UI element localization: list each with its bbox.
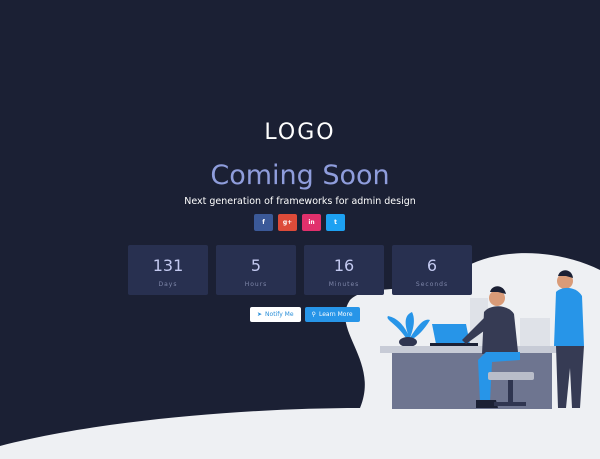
instagram-button[interactable]: in	[302, 214, 321, 231]
action-buttons: ➤ Notify Me ⚲ Learn More	[250, 307, 360, 322]
search-icon: ⚲	[311, 311, 316, 318]
countdown-hours: 5 Hours	[216, 245, 296, 295]
page-title: Coming Soon	[210, 160, 390, 191]
notify-me-label: Notify Me	[265, 311, 294, 318]
countdown-seconds: 6 Seconds	[392, 245, 472, 295]
coming-soon-page: LOGO Coming Soon Next generation of fram…	[0, 0, 600, 459]
countdown-label: Hours	[244, 281, 268, 288]
countdown-label: Seconds	[415, 281, 449, 288]
countdown-value: 6	[426, 256, 438, 275]
google-plus-button[interactable]: g+	[278, 214, 297, 231]
twitter-icon: t	[334, 219, 337, 226]
countdown-value: 131	[152, 256, 184, 275]
google-plus-icon: g+	[282, 219, 293, 226]
notify-me-button[interactable]: ➤ Notify Me	[250, 307, 301, 322]
countdown-label: Minutes	[328, 281, 360, 288]
countdown-value: 5	[250, 256, 262, 275]
twitter-button[interactable]: t	[326, 214, 345, 231]
countdown-days: 131 Days	[128, 245, 208, 295]
countdown: 131 Days 5 Hours 16 Minutes 6 Seconds	[128, 245, 472, 295]
paper-plane-icon: ➤	[257, 311, 263, 318]
facebook-icon: f	[262, 219, 265, 226]
countdown-value: 16	[333, 256, 355, 275]
facebook-button[interactable]: f	[254, 214, 273, 231]
learn-more-label: Learn More	[318, 311, 353, 318]
countdown-minutes: 16 Minutes	[304, 245, 384, 295]
countdown-label: Days	[158, 281, 178, 288]
logo: LOGO	[264, 120, 336, 145]
page-subtitle: Next generation of frameworks for admin …	[184, 196, 416, 207]
instagram-icon: in	[308, 219, 315, 226]
learn-more-button[interactable]: ⚲ Learn More	[304, 307, 360, 322]
social-links: f g+ in t	[254, 214, 345, 231]
